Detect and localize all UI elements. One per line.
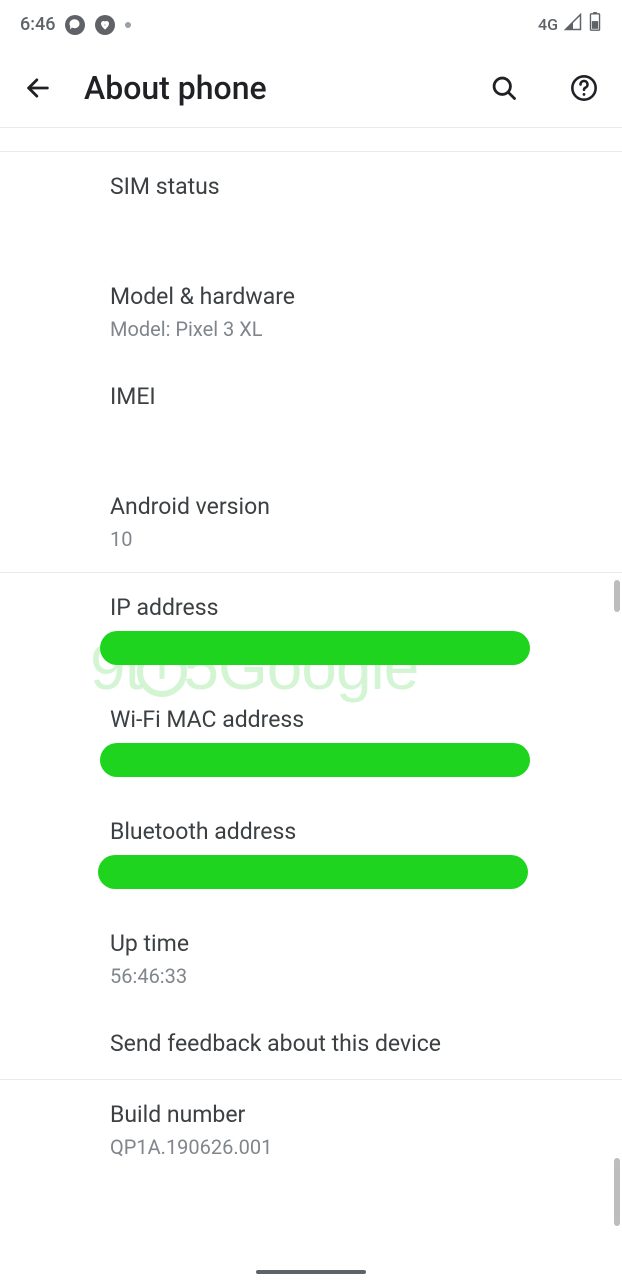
- item-title: Android version: [110, 492, 622, 522]
- item-android-version[interactable]: Android version 10: [0, 472, 622, 572]
- item-bluetooth-address[interactable]: Bluetooth address: [0, 797, 622, 909]
- item-subtitle: 56:46:33: [110, 963, 622, 989]
- status-bar: 6:46 4G: [0, 0, 622, 45]
- redacted-value: [100, 631, 530, 665]
- more-notifications-dot: [125, 22, 131, 28]
- battery-icon: [588, 12, 602, 37]
- home-indicator[interactable]: [256, 1270, 366, 1274]
- messenger-icon: [65, 15, 85, 35]
- signal-icon: [564, 13, 582, 36]
- help-button[interactable]: [570, 74, 598, 102]
- item-subtitle: Model: Pixel 3 XL: [110, 316, 622, 342]
- item-title: IMEI: [110, 382, 622, 412]
- item-send-feedback[interactable]: Send feedback about this device: [0, 1009, 622, 1079]
- item-wifi-mac[interactable]: Wi-Fi MAC address: [0, 685, 622, 797]
- redacted-value: [110, 208, 330, 242]
- back-button[interactable]: [24, 74, 52, 102]
- app-bar: About phone: [0, 45, 622, 127]
- item-title: Build number: [110, 1100, 622, 1130]
- health-icon: [95, 15, 115, 35]
- redacted-value: [98, 855, 528, 889]
- item-uptime[interactable]: Up time 56:46:33: [0, 909, 622, 1009]
- item-subtitle: QP1A.190626.001: [110, 1134, 622, 1160]
- item-sim-status[interactable]: SIM status: [0, 152, 622, 262]
- redacted-value: [110, 418, 350, 452]
- search-button[interactable]: [490, 74, 518, 102]
- item-title: SIM status: [110, 172, 622, 202]
- item-title: Send feedback about this device: [110, 1029, 622, 1059]
- page-title: About phone: [84, 69, 458, 107]
- item-title: Model & hardware: [110, 282, 622, 312]
- item-title: Up time: [110, 929, 622, 959]
- network-type: 4G: [538, 15, 558, 34]
- item-imei[interactable]: IMEI: [0, 362, 622, 472]
- item-subtitle: 10: [110, 526, 622, 552]
- item-ip-address[interactable]: IP address: [0, 573, 622, 685]
- item-title: Wi-Fi MAC address: [110, 705, 622, 735]
- item-title: IP address: [110, 593, 622, 623]
- redacted-value: [100, 743, 530, 777]
- item-title: Bluetooth address: [110, 817, 622, 847]
- status-time: 6:46: [20, 14, 55, 35]
- scrollbar-thumb[interactable]: [614, 1158, 620, 1226]
- item-build-number[interactable]: Build number QP1A.190626.001: [0, 1080, 622, 1180]
- item-model-hardware[interactable]: Model & hardware Model: Pixel 3 XL: [0, 262, 622, 362]
